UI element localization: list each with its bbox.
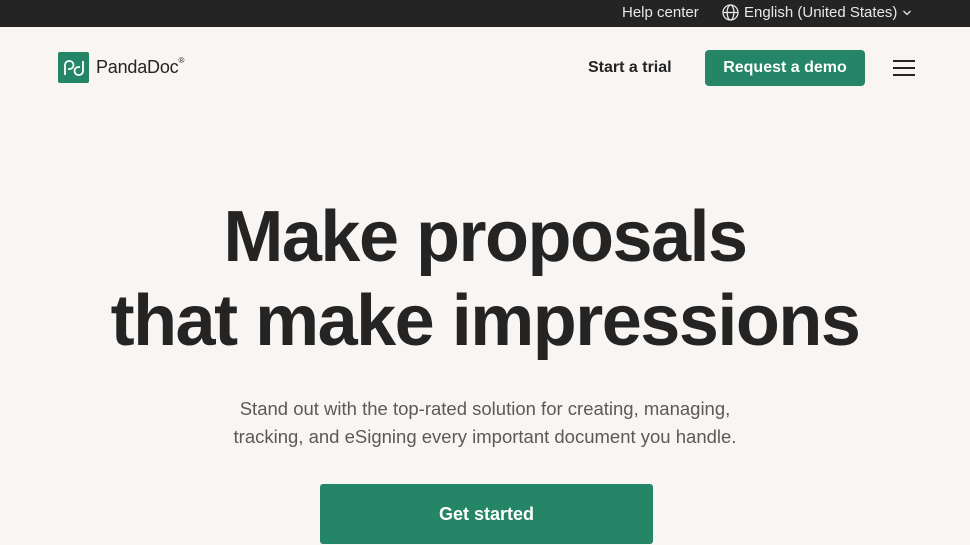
pandadoc-logo[interactable]: PandaDoc®: [58, 52, 184, 83]
logo-wordmark: PandaDoc®: [96, 56, 185, 77]
globe-icon: [722, 4, 739, 21]
hamburger-menu-icon[interactable]: [893, 59, 915, 77]
language-selector[interactable]: English (United States): [722, 4, 912, 21]
main-header: PandaDoc® Start a trial Request a demo: [0, 27, 970, 109]
hero-title: Make proposals that make impressions: [0, 195, 970, 363]
hero-title-line-1: Make proposals: [223, 197, 748, 277]
chevron-down-icon: [902, 8, 912, 18]
get-started-button[interactable]: Get started: [320, 484, 653, 544]
hero-subtitle-line-1: Stand out with the top-rated solution fo…: [239, 398, 731, 419]
utility-bar: Help center English (United States): [0, 0, 970, 27]
hero-title-line-2: that make impressions: [110, 281, 861, 361]
hero-subtitle: Stand out with the top-rated solution fo…: [185, 395, 785, 451]
help-center-link[interactable]: Help center: [622, 4, 699, 21]
logo-mark-icon: [58, 52, 89, 83]
request-demo-button[interactable]: Request a demo: [705, 50, 865, 86]
start-trial-link[interactable]: Start a trial: [588, 59, 672, 77]
language-label: English (United States): [744, 4, 898, 21]
hero-subtitle-line-2: tracking, and eSigning every important d…: [233, 426, 737, 447]
